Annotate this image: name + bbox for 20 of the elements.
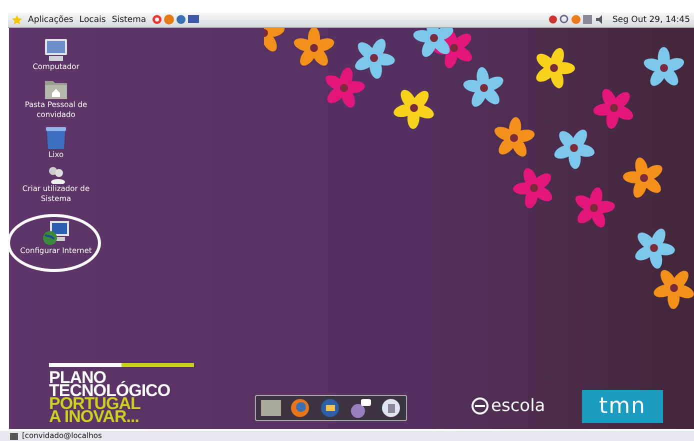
panel-menu[interactable]: Aplicações: [28, 14, 74, 25]
panel-menu[interactable]: Locais: [79, 14, 106, 25]
star-icon[interactable]: [12, 14, 22, 25]
document-icon[interactable]: [381, 398, 402, 418]
browser-icon[interactable]: [290, 398, 310, 418]
chat-bird-icon[interactable]: [350, 398, 372, 418]
panel-menu[interactable]: Sistema: [112, 14, 146, 25]
brand-text: A INOVAR...: [49, 410, 139, 424]
brand-text: PORTUGAL: [49, 397, 140, 410]
brand-text: PLANO: [49, 371, 106, 384]
escola-logo-text: escola: [491, 396, 546, 416]
users-icon[interactable]: [46, 166, 66, 184]
computer-icon[interactable]: [43, 38, 69, 62]
terminal-icon[interactable]: [10, 432, 18, 440]
launcher-icons[interactable]: [152, 14, 200, 26]
globe-monitor-icon[interactable]: [42, 220, 70, 246]
mail-icon[interactable]: [320, 398, 340, 418]
tmn-logo: tmn: [582, 390, 663, 424]
trash-icon[interactable]: [45, 126, 67, 150]
clock[interactable]: Seg Out 29, 14:45: [612, 14, 690, 25]
